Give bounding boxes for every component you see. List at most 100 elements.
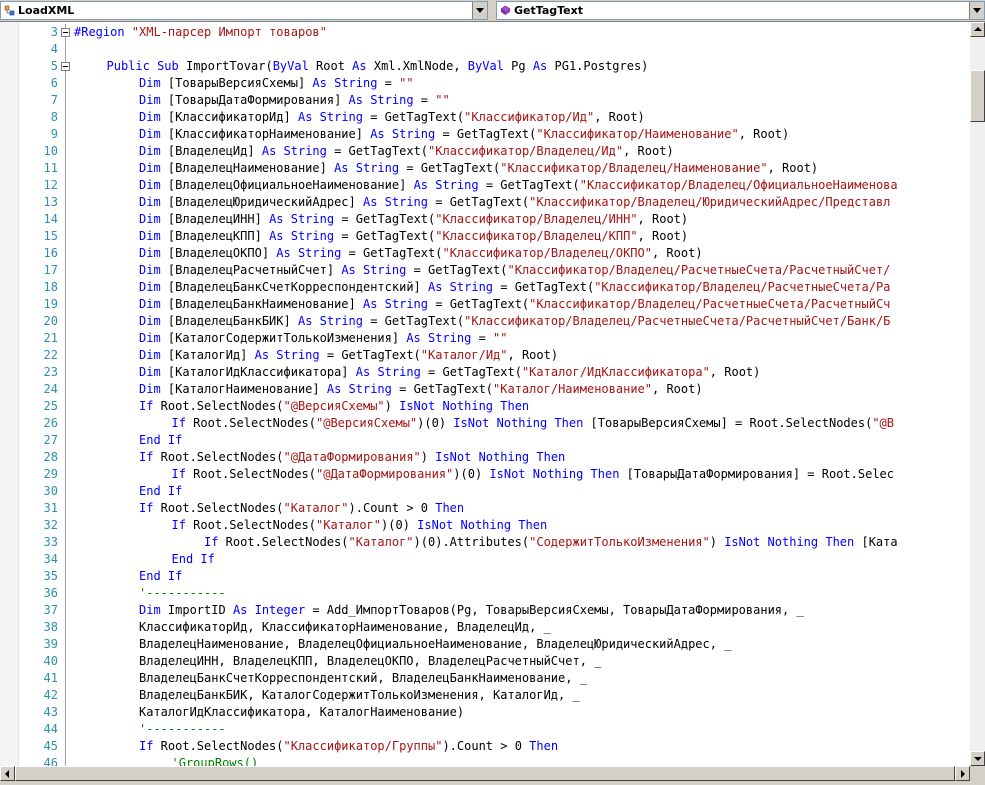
code-line[interactable]: 6 Dim [ТоварыВерсияСхемы] As String = "": [0, 75, 970, 92]
code-line[interactable]: 22 Dim [КаталогИд] As String = GetTagText…: [0, 347, 970, 364]
keyword-token: Dim: [139, 161, 161, 175]
string-token: "Классификатор/Владелец/РасчетныеСчета/Р…: [464, 314, 891, 328]
code-line[interactable]: 29 If Root.SelectNodes("@ДатаФормирования…: [0, 466, 970, 483]
keyword-token: Dim: [139, 144, 161, 158]
code-line[interactable]: 17 Dim [ВладелецРасчетныйСчет] As String …: [0, 262, 970, 279]
code-line[interactable]: 41 ВладелецБанкСчетКорреспондентский, Вла…: [0, 670, 970, 687]
keyword-token: As String: [428, 280, 494, 294]
code-line[interactable]: 43 КаталогИдКлассификатора, КаталогНаимен…: [0, 704, 970, 721]
string-token: "Классификатор/Владелец/ОКПО": [442, 246, 652, 260]
collapse-icon[interactable]: [61, 62, 70, 71]
code-token: = GetTagText(: [341, 246, 443, 260]
vertical-scroll-thumb[interactable]: [970, 70, 985, 123]
method-combo-dropdown-button[interactable]: [969, 2, 984, 19]
keyword-token: IsNot Nothing Then: [399, 399, 530, 413]
method-name-combo[interactable]: GetTagText: [496, 1, 985, 20]
line-number: 42: [43, 688, 58, 702]
code-token: = GetTagText(: [391, 382, 494, 396]
scroll-down-button[interactable]: [970, 751, 985, 766]
code-text: Dim [ВладелецБанкНаименование] As String…: [139, 296, 890, 313]
collapse-icon[interactable]: [61, 28, 70, 37]
code-line[interactable]: 24 Dim [КаталогНаименование] As String = …: [0, 381, 970, 398]
code-line[interactable]: 7 Dim [ТоварыДатаФормирования] As String …: [0, 92, 970, 109]
code-token: ВладелецИНН, ВладелецКПП, ВладелецОКПО, …: [139, 654, 602, 668]
code-line[interactable]: 32 If Root.SelectNodes("Каталог")(0) IsNo…: [0, 517, 970, 534]
line-number: 38: [43, 620, 58, 634]
code-line[interactable]: 11 Dim [ВладелецНаименование] As String =…: [0, 160, 970, 177]
code-line[interactable]: 38 КлассификаторИд, КлассификаторНаименов…: [0, 619, 970, 636]
code-line[interactable]: 15 Dim [ВладелецКПП] As String = GetTagTe…: [0, 228, 970, 245]
code-line[interactable]: 14 Dim [ВладелецИНН] As String = GetTagTe…: [0, 211, 970, 228]
line-number: 21: [43, 331, 58, 345]
code-line[interactable]: 34 End If: [0, 551, 970, 568]
class-name-combo[interactable]: LoadXML: [0, 1, 488, 20]
code-token: , Root): [652, 382, 703, 396]
keyword-token: Dim: [139, 314, 161, 328]
string-token: "Классификатор/Ид": [464, 110, 595, 124]
keyword-token: Dim: [139, 76, 161, 90]
class-combo-dropdown-button[interactable]: [472, 2, 487, 19]
code-line[interactable]: 12 Dim [ВладелецОфициальноеНаименование] …: [0, 177, 970, 194]
code-line[interactable]: 9 Dim [КлассификаторНаименование] As Stri…: [0, 126, 970, 143]
code-line[interactable]: 42 ВладелецБанкБИК, КаталогСодержитТолько…: [0, 687, 970, 704]
scroll-left-button[interactable]: [0, 766, 15, 781]
code-line[interactable]: 28 If Root.SelectNodes("@ДатаФормирования…: [0, 449, 970, 466]
code-token: = GetTagText(: [428, 297, 530, 311]
keyword-token: As String: [370, 127, 436, 141]
code-line[interactable]: 8 Dim [КлассификаторИд] As String = GetTa…: [0, 109, 970, 126]
code-line[interactable]: 27 End If: [0, 432, 970, 449]
keyword-token: ByVal: [272, 59, 309, 73]
code-editor[interactable]: 3 #Region "XML-парсер Импорт товаров" 4 5 Pu…: [0, 22, 970, 766]
code-line[interactable]: 13 Dim [ВладелецЮридическийАдрес] As Stri…: [0, 194, 970, 211]
keyword-token: If: [171, 518, 186, 532]
code-line[interactable]: 3 #Region "XML-парсер Импорт товаров": [0, 24, 970, 41]
code-text: КлассификаторИд, КлассификаторНаименован…: [139, 619, 551, 636]
code-line[interactable]: 45 If Root.SelectNodes("Классификатор/Гру…: [0, 738, 970, 755]
keyword-token: Dim: [139, 229, 161, 243]
code-token: [Ката: [854, 535, 898, 549]
code-text: ВладелецБанкБИК, КаталогСодержитТолькоИз…: [139, 687, 580, 704]
code-line[interactable]: 39 ВладелецНаименование, ВладелецОфициаль…: [0, 636, 970, 653]
outline-guide: [65, 449, 66, 466]
code-token: )(0).Attributes(: [413, 535, 530, 549]
horizontal-scrollbar[interactable]: [0, 766, 970, 781]
code-token: [ВладелецИд]: [160, 144, 262, 158]
code-line[interactable]: 37 Dim ImportID As Integer = Add_ИмпортТо…: [0, 602, 970, 619]
line-number: 31: [43, 501, 58, 515]
code-line[interactable]: 19 Dim [ВладелецБанкНаименование] As Stri…: [0, 296, 970, 313]
code-token: [КаталогИд]: [160, 348, 255, 362]
code-token: )(0): [381, 518, 418, 532]
code-line[interactable]: 44 '-----------: [0, 721, 970, 738]
code-line[interactable]: 31 If Root.SelectNodes("Каталог").Count >…: [0, 500, 970, 517]
code-line[interactable]: 30 End If: [0, 483, 970, 500]
scroll-right-button[interactable]: [955, 766, 970, 781]
keyword-token: As: [352, 59, 367, 73]
code-line[interactable]: 18 Dim [ВладелецБанкСчетКорреспондентский…: [0, 279, 970, 296]
outline-guide: [65, 347, 66, 364]
code-line[interactable]: 5 Public Sub ImportTovar(ByVal Root As Xm…: [0, 58, 970, 75]
code-token: КлассификаторИд, КлассификаторНаименован…: [139, 620, 551, 634]
keyword-token: As String: [362, 195, 429, 209]
code-line[interactable]: 23 Dim [КаталогИдКлассификатора] As Strin…: [0, 364, 970, 381]
code-line[interactable]: 10 Dim [ВладелецИд] As String = GetTagTex…: [0, 143, 970, 160]
keyword-token: End If: [139, 484, 183, 498]
keyword-token: As String: [326, 382, 392, 396]
code-line[interactable]: 20 Dim [ВладелецБанкБИК] As String = GetT…: [0, 313, 970, 330]
keyword-token: As String: [341, 263, 407, 277]
line-number: 36: [43, 586, 58, 600]
code-line[interactable]: 16 Dim [ВладелецОКПО] As String = GetTagT…: [0, 245, 970, 262]
code-line[interactable]: 33 If Root.SelectNodes("Каталог")(0).Attr…: [0, 534, 970, 551]
code-line[interactable]: 35 End If: [0, 568, 970, 585]
horizontal-scroll-thumb[interactable]: [15, 766, 955, 781]
code-line[interactable]: 36 '-----------: [0, 585, 970, 602]
vertical-scrollbar[interactable]: [970, 22, 985, 766]
code-line[interactable]: 26 If Root.SelectNodes("@ВерсияСхемы")(0)…: [0, 415, 970, 432]
code-token: )(0): [453, 467, 490, 481]
keyword-token: Dim: [139, 110, 161, 124]
code-line[interactable]: 46 'GroupRows(): [0, 755, 970, 766]
code-line[interactable]: 25 If Root.SelectNodes("@ВерсияСхемы") Is…: [0, 398, 970, 415]
scroll-up-button[interactable]: [970, 22, 985, 37]
code-line[interactable]: 21 Dim [КаталогСодержитТолькоИзменения] A…: [0, 330, 970, 347]
code-line[interactable]: 4: [0, 41, 970, 58]
code-line[interactable]: 40 ВладелецИНН, ВладелецКПП, ВладелецОКПО…: [0, 653, 970, 670]
